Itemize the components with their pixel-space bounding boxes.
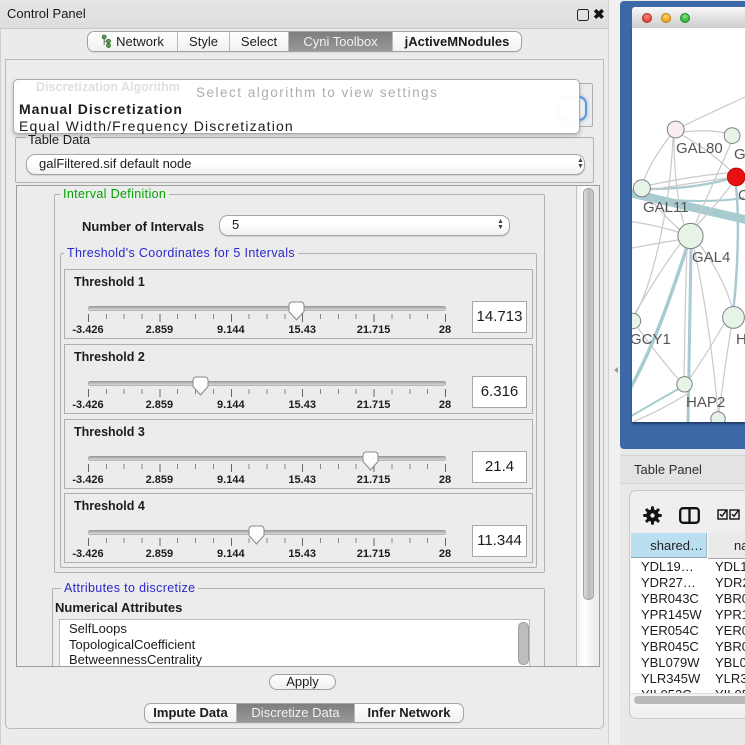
svg-text:G: G [734, 146, 745, 163]
svg-text:C: C [738, 187, 745, 204]
svg-text:GAL80: GAL80 [676, 140, 723, 157]
svg-text:HAP2: HAP2 [686, 394, 725, 411]
svg-text:H: H [736, 331, 745, 348]
svg-text:GAL4: GAL4 [692, 249, 730, 266]
svg-text:GCY1: GCY1 [632, 331, 671, 348]
svg-text:GAL11: GAL11 [643, 199, 689, 216]
